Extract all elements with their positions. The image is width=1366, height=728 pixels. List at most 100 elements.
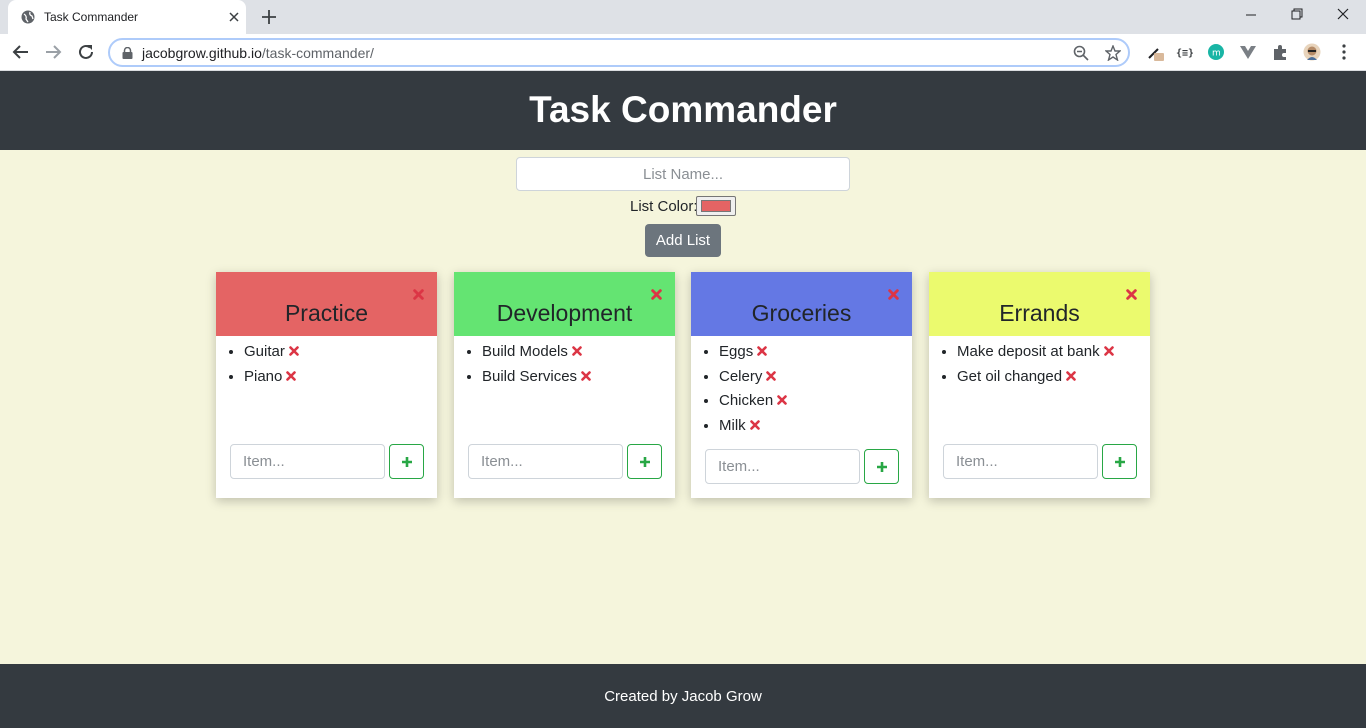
list-card-header: Errands bbox=[929, 272, 1150, 336]
list-item-text: Guitar bbox=[244, 343, 285, 360]
new-item-input[interactable] bbox=[705, 449, 860, 484]
list-color-label: List Color: bbox=[630, 198, 698, 215]
delete-item-icon[interactable] bbox=[286, 370, 297, 381]
delete-item-icon[interactable] bbox=[572, 346, 582, 356]
app-header: Task Commander bbox=[0, 71, 1366, 150]
eyedropper-extension-icon[interactable] bbox=[1146, 43, 1164, 61]
delete-item-icon[interactable] bbox=[1103, 346, 1114, 356]
new-item-input[interactable] bbox=[943, 444, 1098, 479]
add-item-button[interactable] bbox=[864, 449, 899, 484]
footer: Created by Jacob Grow bbox=[0, 664, 1366, 728]
list-item: Build Models bbox=[482, 342, 591, 367]
plus-icon bbox=[1115, 457, 1125, 467]
list-title: Groceries bbox=[751, 300, 852, 326]
minimize-icon[interactable] bbox=[1240, 6, 1262, 24]
list-card: Practice Guitar Piano bbox=[216, 272, 437, 498]
list-item-text: Get oil changed bbox=[957, 367, 1063, 385]
new-item-input[interactable] bbox=[230, 444, 385, 479]
svg-text:{≡}: {≡} bbox=[1176, 48, 1193, 59]
list-items: Eggs Celery Chicken Milk bbox=[719, 342, 788, 441]
delete-item-icon[interactable] bbox=[749, 419, 760, 430]
list-item: Piano bbox=[244, 367, 299, 392]
list-card: Development Build Models Build Services bbox=[454, 272, 675, 498]
chrome-menu-icon[interactable] bbox=[1335, 43, 1353, 61]
list-items: Build Models Build Services bbox=[482, 342, 591, 391]
list-card: Groceries Eggs Celery Chicken Milk bbox=[691, 272, 912, 498]
list-item: Guitar bbox=[244, 342, 299, 367]
list-item-text: Piano bbox=[244, 367, 283, 385]
json-extension-icon[interactable]: {≡} bbox=[1175, 43, 1193, 61]
delete-item-icon[interactable] bbox=[1066, 370, 1076, 381]
list-title: Practice bbox=[284, 300, 369, 326]
url-text: jacobgrow.github.io/task-commander/ bbox=[142, 45, 374, 61]
plus-icon bbox=[402, 457, 412, 467]
list-item-text: Celery bbox=[719, 367, 763, 385]
close-tab-icon[interactable] bbox=[226, 9, 242, 25]
list-item-text: Eggs bbox=[719, 343, 754, 360]
plus-icon bbox=[877, 462, 887, 472]
address-bar[interactable]: jacobgrow.github.io/task-commander/ bbox=[108, 38, 1130, 67]
forward-icon[interactable] bbox=[44, 43, 62, 61]
delete-list-icon[interactable] bbox=[413, 289, 424, 300]
list-title: Development bbox=[496, 300, 633, 326]
add-item-button[interactable] bbox=[627, 444, 662, 479]
m-extension-icon[interactable]: m bbox=[1207, 43, 1225, 61]
url-host: jacobgrow.github.io bbox=[142, 45, 262, 61]
svg-text:m: m bbox=[1212, 49, 1221, 59]
back-icon[interactable] bbox=[12, 43, 30, 61]
vue-devtools-icon[interactable] bbox=[1239, 43, 1257, 61]
tab-title: Task Commander bbox=[44, 10, 139, 24]
zoom-icon[interactable] bbox=[1073, 45, 1089, 61]
restore-icon[interactable] bbox=[1286, 6, 1308, 24]
list-item-text: Chicken bbox=[719, 392, 774, 410]
list-item: Build Services bbox=[482, 367, 591, 392]
new-tab-icon[interactable] bbox=[260, 8, 278, 26]
plus-icon bbox=[640, 457, 650, 467]
list-card-header: Groceries bbox=[691, 272, 912, 336]
list-item-text: Milk bbox=[719, 416, 746, 434]
list-item: Make deposit at bank bbox=[957, 342, 1114, 367]
add-item-button[interactable] bbox=[1102, 444, 1137, 479]
add-item-button[interactable] bbox=[389, 444, 424, 479]
delete-item-icon[interactable] bbox=[766, 370, 777, 381]
list-card-header: Practice bbox=[216, 272, 437, 336]
list-item: Celery bbox=[719, 367, 787, 392]
list-title: Errands bbox=[999, 300, 1080, 326]
close-window-icon[interactable] bbox=[1332, 6, 1354, 24]
add-list-button[interactable]: Add List bbox=[645, 224, 721, 257]
delete-item-icon[interactable] bbox=[581, 370, 591, 381]
list-card-header: Development bbox=[454, 272, 675, 336]
globe-icon bbox=[21, 10, 35, 24]
new-item-input[interactable] bbox=[468, 444, 623, 479]
list-items: Make deposit at bank Get oil changed bbox=[957, 342, 1114, 391]
delete-item-icon[interactable] bbox=[289, 346, 299, 356]
reload-icon[interactable] bbox=[77, 43, 95, 61]
list-item: Eggs bbox=[719, 342, 787, 367]
list-item: Milk bbox=[719, 416, 787, 441]
page-title: Task Commander bbox=[529, 89, 837, 130]
list-color-picker[interactable] bbox=[696, 196, 736, 216]
bookmark-star-icon[interactable] bbox=[1105, 45, 1121, 61]
delete-item-icon[interactable] bbox=[777, 395, 788, 405]
footer-credit: Created by Jacob Grow bbox=[604, 688, 762, 705]
list-color-swatch bbox=[701, 200, 731, 212]
browser-toolbar: jacobgrow.github.io/task-commander/ {≡} … bbox=[0, 34, 1366, 71]
list-item-text: Build Models bbox=[482, 343, 568, 360]
url-path: /task-commander/ bbox=[261, 45, 374, 61]
browser-tab-bar: Task Commander bbox=[0, 0, 1366, 34]
delete-list-icon[interactable] bbox=[888, 289, 899, 300]
extensions-puzzle-icon[interactable] bbox=[1271, 43, 1289, 61]
list-items: Guitar Piano bbox=[244, 342, 299, 391]
delete-list-icon[interactable] bbox=[651, 289, 662, 300]
browser-tab[interactable]: Task Commander bbox=[8, 0, 246, 34]
list-item-text: Build Services bbox=[482, 367, 578, 385]
profile-avatar-icon[interactable] bbox=[1303, 43, 1321, 61]
list-item: Chicken bbox=[719, 391, 788, 416]
list-name-input[interactable] bbox=[516, 157, 850, 191]
list-item: Get oil changed bbox=[957, 367, 1114, 392]
delete-list-icon[interactable] bbox=[1126, 289, 1137, 300]
list-card: Errands Make deposit at bank Get oil chang… bbox=[929, 272, 1150, 498]
lock-icon[interactable] bbox=[122, 47, 133, 59]
delete-item-icon[interactable] bbox=[757, 346, 768, 356]
list-item-text: Make deposit at bank bbox=[957, 343, 1100, 360]
